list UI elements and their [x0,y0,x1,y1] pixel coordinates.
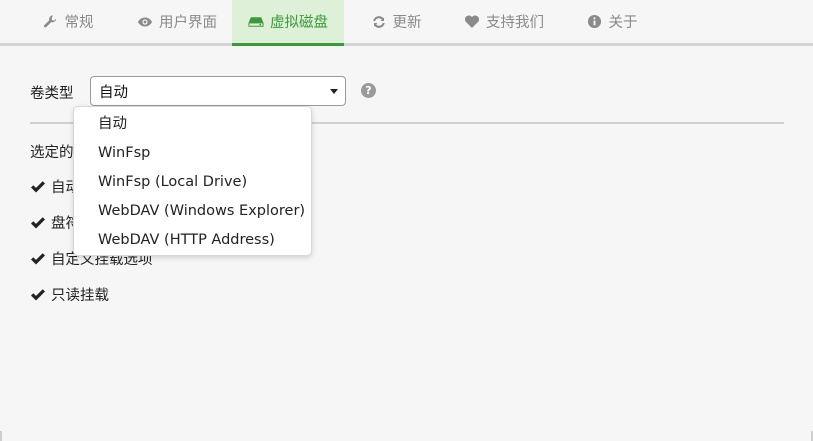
dropdown-option-winfsp-local-drive[interactable]: WinFsp (Local Drive) [74,168,311,197]
info-icon [587,14,603,30]
help-icon-glyph: ? [365,84,372,97]
eye-icon [137,14,153,30]
window-corner-left [0,431,2,441]
volume-type-select[interactable]: 自动 [90,76,346,106]
check-label: 只读挂载 [51,288,109,304]
heart-icon [464,14,480,30]
tab-label: 支持我们 [486,15,544,31]
wrench-icon [43,14,59,30]
checkmark-icon [30,251,46,267]
dropdown-option-webdav-http[interactable]: WebDAV (HTTP Address) [74,226,311,255]
drive-icon [248,14,264,30]
dropdown-option-webdav-explorer[interactable]: WebDAV (Windows Explorer) [74,197,311,226]
dropdown-option-auto[interactable]: 自动 [74,110,311,139]
tab-label: 用户界面 [159,15,217,31]
tab-general[interactable]: 常规 [28,0,108,43]
dropdown-option-winfsp[interactable]: WinFsp [74,139,311,168]
volume-type-selected-value: 自动 [99,84,128,101]
refresh-icon [371,14,387,30]
tab-label: 常规 [64,15,94,31]
tab-bar: 常规 用户界面 虚拟磁盘 更新 支持我们 关于 [0,0,813,46]
tab-support-us[interactable]: 支持我们 [452,0,556,43]
tab-label: 更新 [392,15,422,31]
tab-virtual-drive[interactable]: 虚拟磁盘 [232,0,344,46]
checkmark-icon [30,287,46,303]
tab-label: 关于 [608,15,638,31]
tab-about[interactable]: 关于 [576,0,648,43]
selected-section-label: 选定的 [30,145,74,161]
volume-type-dropdown-menu: 自动 WinFsp WinFsp (Local Drive) WebDAV (W… [73,106,312,256]
check-read-only: 只读挂载 [30,284,109,305]
volume-type-label: 卷类型 [30,86,74,102]
checkmark-icon [30,215,46,231]
tab-user-interface[interactable]: 用户界面 [124,0,230,43]
dropdown-arrow-icon [330,89,338,94]
checkmark-icon [30,179,46,195]
tab-updates[interactable]: 更新 [356,0,436,43]
tab-label: 虚拟磁盘 [270,15,328,31]
help-icon[interactable]: ? [361,83,376,98]
